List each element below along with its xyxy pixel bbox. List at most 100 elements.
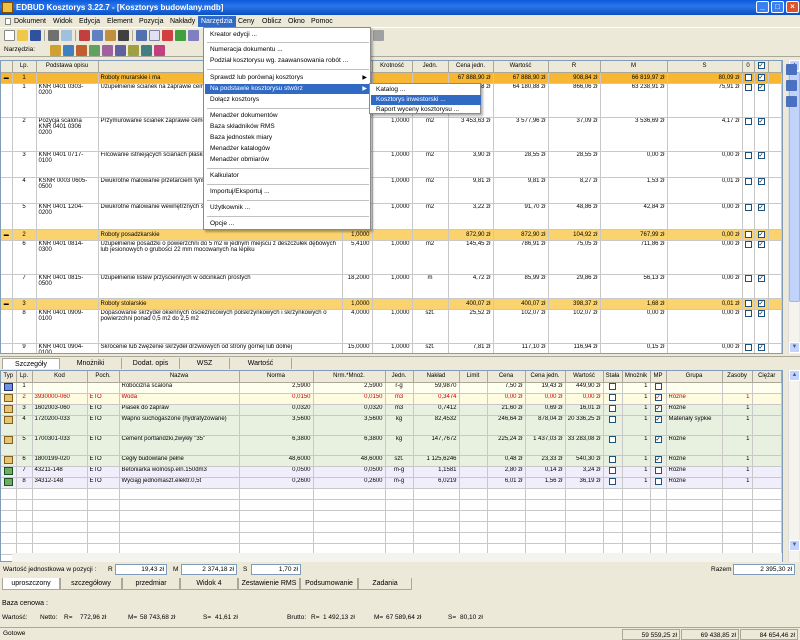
resource-row[interactable]: 2 3930000-060 ETO Woda 0,0150 0,0150 m3 0,3474 0… bbox=[1, 393, 782, 405]
col-lp[interactable]: Lp. bbox=[12, 61, 37, 73]
bcol-stala[interactable]: Stała bbox=[603, 371, 623, 383]
bcol-kod[interactable]: Kod bbox=[32, 371, 88, 383]
bcol-cena[interactable]: Cena bbox=[487, 371, 526, 383]
extra-tool-icon[interactable] bbox=[373, 30, 384, 41]
menu-item-numeracja[interactable]: Numeracja dokumentu ... bbox=[205, 45, 371, 55]
menu-item-dolacz[interactable]: Dołącz kosztorys bbox=[205, 95, 371, 105]
row-checkbox[interactable] bbox=[744, 344, 752, 351]
bcol-limit[interactable]: Limit bbox=[459, 371, 488, 383]
resource-row[interactable]: 4 1720200-033 ETO Wapno suchogaszone (hydra… bbox=[1, 415, 782, 436]
resource-row[interactable]: 5 1700301-033 ETO Cement portlandzki,zwykły… bbox=[1, 435, 782, 456]
col-cena[interactable]: Cena jedn. bbox=[448, 61, 494, 73]
menu-item-podzial[interactable]: Podział kosztorysu wg. zaawansowania rob… bbox=[205, 56, 371, 66]
close-button[interactable]: × bbox=[786, 1, 799, 13]
item-row[interactable]: 4 KSNR 0003 0605-0500 Dwukrotne malowanie … bbox=[1, 177, 782, 204]
col-s[interactable]: S bbox=[667, 61, 743, 73]
row-checkbox[interactable] bbox=[744, 204, 752, 211]
row-check[interactable]: ✓ bbox=[757, 178, 765, 185]
row-checkbox[interactable] bbox=[744, 299, 752, 307]
row-checkbox[interactable] bbox=[744, 73, 752, 81]
col-jedn[interactable]: Jedn. bbox=[412, 61, 449, 73]
col-flag[interactable]: 0 bbox=[742, 61, 755, 73]
resource-row[interactable]: 7 43211-148 ETO Betoniarka wolnosp.eln.150d… bbox=[1, 466, 782, 478]
tab-dodat-opis[interactable]: Dodat. opis bbox=[122, 358, 180, 369]
row-check[interactable]: ✓ bbox=[757, 230, 765, 238]
tab-uproszczony[interactable]: uproszczony bbox=[2, 578, 60, 590]
stala-checkbox[interactable] bbox=[609, 394, 616, 401]
resource-row[interactable]: 8 34312-148 ETO Wyciąg jednomaszt.elektr.0,… bbox=[1, 477, 782, 489]
item-row[interactable]: 8 KNR 0401 0909-0100 Dopasowanie skrzydeł … bbox=[1, 309, 782, 344]
row-check[interactable]: ✓ bbox=[757, 118, 765, 125]
bcol-zasoby[interactable]: Zasoby bbox=[722, 371, 753, 383]
menu-item-menadzer-dok[interactable]: Menadżer dokumentów bbox=[205, 111, 371, 121]
menu-narzedzia[interactable]: Narzędzia bbox=[198, 16, 236, 27]
paste-icon[interactable] bbox=[105, 30, 116, 41]
stala-checkbox[interactable] bbox=[609, 405, 616, 412]
bottom-vertical-scrollbar[interactable]: ▲ ▼ bbox=[788, 370, 800, 562]
menu-item-baza-rms[interactable]: Baza składników RMS bbox=[205, 122, 371, 132]
menu-item-opcje[interactable]: Opcje ... bbox=[205, 219, 371, 229]
stala-checkbox[interactable] bbox=[609, 456, 616, 463]
bcol-poch[interactable]: Poch. bbox=[87, 371, 120, 383]
item-row[interactable]: 7 KNR 0401 0815-0500 Uzupełnienie listew p… bbox=[1, 274, 782, 299]
print-icon[interactable] bbox=[48, 30, 59, 41]
submenu-item-raport[interactable]: Raport wyceny kosztorysu ... bbox=[371, 105, 481, 115]
tools-icon-3[interactable] bbox=[76, 45, 87, 56]
stala-checkbox[interactable] bbox=[609, 436, 616, 443]
tools-icon-5[interactable] bbox=[102, 45, 113, 56]
cut-icon[interactable] bbox=[79, 30, 90, 41]
tab-mnozniki[interactable]: Mnożniki bbox=[60, 358, 122, 369]
mp-checkbox[interactable]: ✓ bbox=[654, 436, 662, 443]
item-row[interactable]: 3 KNR 0401 0717-0100 Filcowanie istniejący… bbox=[1, 151, 782, 178]
mp-checkbox[interactable]: ✓ bbox=[654, 394, 662, 401]
row-check[interactable]: ✓ bbox=[757, 275, 765, 282]
row-checkbox[interactable] bbox=[744, 118, 752, 125]
mp-checkbox[interactable] bbox=[654, 467, 662, 474]
tools-icon-6[interactable] bbox=[115, 45, 126, 56]
menu-pomoc[interactable]: Pomoc bbox=[308, 16, 336, 27]
row-check[interactable]: ✓ bbox=[757, 84, 765, 91]
calculator-icon[interactable] bbox=[149, 30, 160, 41]
tools-icon-8[interactable] bbox=[141, 45, 152, 56]
menu-item-sprawdz[interactable]: Sprawdź lub porównaj kosztorys ▶ bbox=[205, 73, 371, 83]
row-check[interactable]: ✓ bbox=[757, 299, 765, 307]
bcol-nrm[interactable]: Nrm.*Mnoż. bbox=[313, 371, 386, 383]
tools-icon-2[interactable] bbox=[63, 45, 74, 56]
col-check[interactable]: ✓ bbox=[754, 61, 769, 73]
menu-edycja[interactable]: Edycja bbox=[76, 16, 103, 27]
scroll-down-button[interactable]: ▼ bbox=[789, 540, 800, 551]
col-r[interactable]: R bbox=[548, 61, 601, 73]
tools-icon-4[interactable] bbox=[89, 45, 100, 56]
row-check[interactable]: ✓ bbox=[757, 344, 765, 351]
tab-podsumowanie[interactable]: Podsumowanie bbox=[300, 578, 358, 590]
menu-ceny[interactable]: Ceny bbox=[235, 16, 257, 27]
menu-okno[interactable]: Okno bbox=[285, 16, 308, 27]
row-checkbox[interactable] bbox=[744, 230, 752, 238]
col-krotnosc[interactable]: Krotność bbox=[372, 61, 413, 73]
minimize-button[interactable]: _ bbox=[756, 1, 769, 13]
bcol-grupa[interactable]: Grupa bbox=[666, 371, 723, 383]
bcol-mp[interactable]: MP bbox=[650, 371, 667, 383]
resources-grid[interactable]: Typ Lp. Kod Poch. Nazwa Norma Nrm.*Mnoż.… bbox=[0, 370, 783, 562]
tool-icon[interactable] bbox=[188, 30, 199, 41]
menu-item-na-podstawie[interactable]: Na podstawie kosztorysu stwórz ▶ bbox=[205, 84, 371, 94]
row-checkbox[interactable] bbox=[744, 275, 752, 282]
side-view-icon-1[interactable] bbox=[786, 64, 797, 75]
menu-item-menadzer-obm[interactable]: Menadżer obmiarów bbox=[205, 155, 371, 165]
row-check[interactable]: ✓ bbox=[757, 241, 765, 248]
row-checkbox[interactable] bbox=[744, 84, 752, 91]
bcol-lp[interactable]: Lp. bbox=[16, 371, 33, 383]
bcol-nazwa[interactable]: Nazwa bbox=[119, 371, 240, 383]
save-icon[interactable] bbox=[30, 30, 41, 41]
bcol-typ[interactable]: Typ bbox=[1, 371, 17, 383]
menu-naklady[interactable]: Nakłady bbox=[167, 16, 198, 27]
submenu-item-katalog[interactable]: Katalog ... bbox=[371, 85, 481, 95]
stala-checkbox[interactable] bbox=[609, 383, 616, 390]
bcol-ciezar[interactable]: Ciężar bbox=[752, 371, 782, 383]
menu-element[interactable]: Element bbox=[104, 16, 136, 27]
menu-oblicz[interactable]: Oblicz bbox=[259, 16, 284, 27]
tab-widok4[interactable]: Widok 4 bbox=[180, 578, 238, 590]
menu-pozycja[interactable]: Pozycja bbox=[136, 16, 167, 27]
row-check[interactable]: ✓ bbox=[757, 152, 765, 159]
side-view-icon-2[interactable] bbox=[786, 80, 797, 91]
